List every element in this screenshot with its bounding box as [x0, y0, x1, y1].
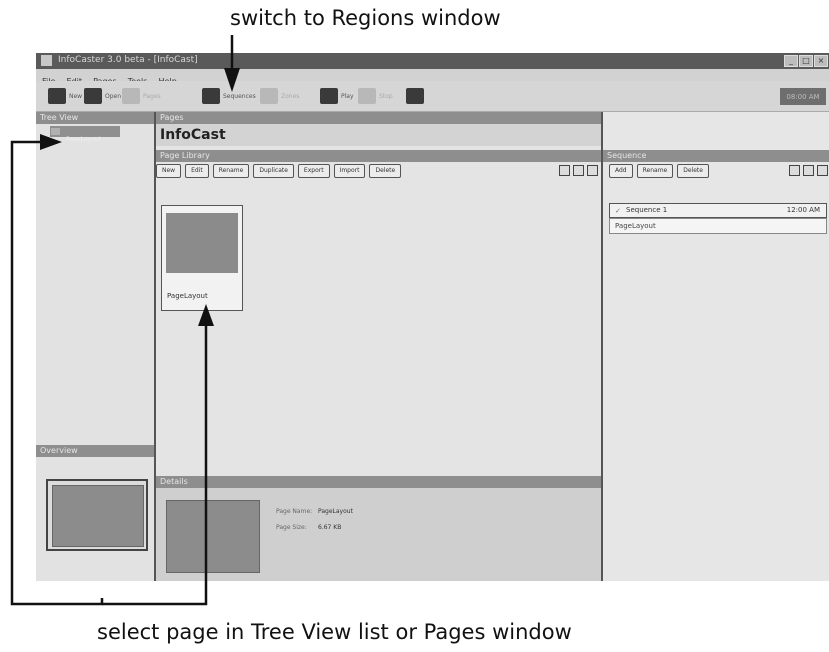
arrow-up-head: [198, 304, 214, 326]
arrow-down-head: [224, 68, 240, 92]
annotation-select-page: select page in Tree View list or Pages w…: [97, 620, 572, 644]
arrow-right-head: [40, 134, 62, 150]
bracket-to-thumbnail: [102, 322, 208, 606]
callout-arrows: [10, 35, 240, 606]
bracket-to-tree: [10, 140, 104, 606]
